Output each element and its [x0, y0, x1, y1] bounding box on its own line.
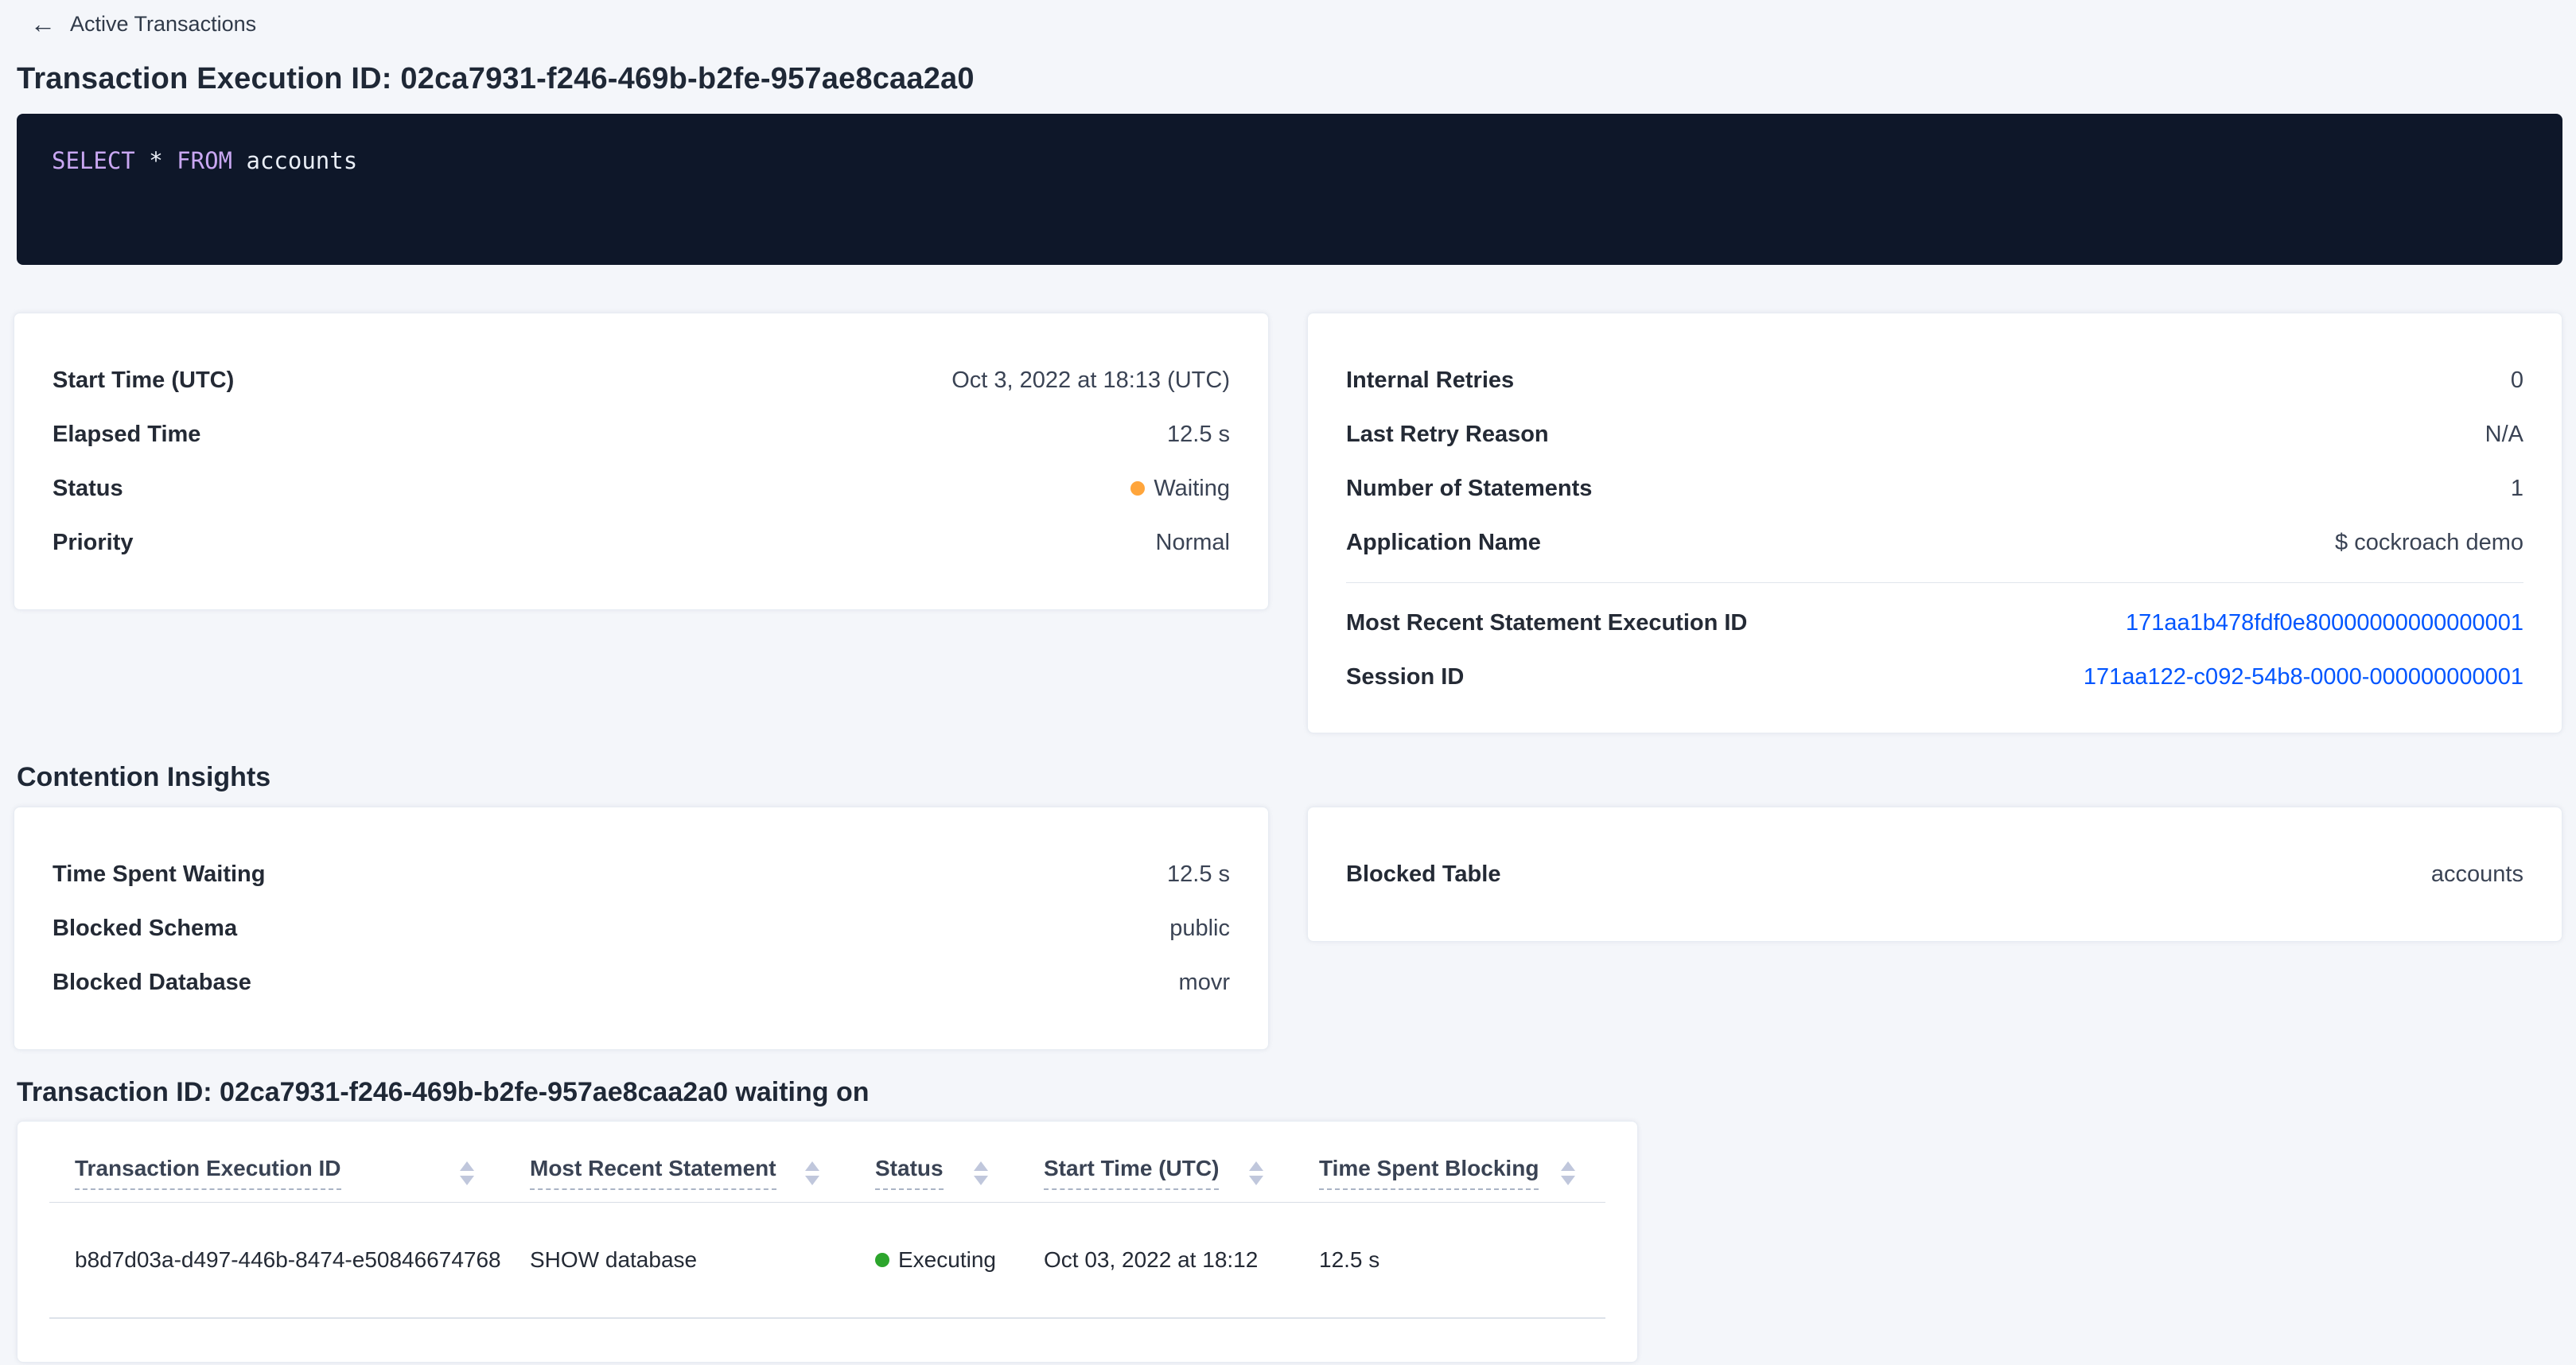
cell-most-recent-statement: SHOW database — [504, 1247, 850, 1273]
number-of-statements-value: 1 — [2511, 476, 2523, 502]
blocked-table-row: Blocked Table accounts — [1346, 847, 2523, 901]
table-row: b8d7d03a-d497-446b-8474-e50846674768 SHO… — [49, 1203, 1605, 1319]
internal-retries-value: 0 — [2511, 368, 2523, 394]
contention-insights-heading: Contention Insights — [17, 762, 2576, 793]
last-retry-reason-value: N/A — [2485, 422, 2523, 448]
internal-retries-row: Internal Retries 0 — [1346, 353, 2523, 407]
waiting-on-table-header: Transaction Execution ID Most Recent Sta… — [49, 1144, 1605, 1203]
card-divider — [1346, 582, 2523, 583]
sql-statement-box: SELECT * FROM accounts — [17, 114, 2562, 265]
sql-keyword-select: SELECT — [52, 147, 135, 174]
number-of-statements-row: Number of Statements 1 — [1346, 461, 2523, 515]
status-badge: Waiting — [1130, 476, 1230, 502]
time-spent-waiting-value: 12.5 s — [1167, 861, 1230, 888]
sort-arrows-icon[interactable] — [974, 1161, 988, 1185]
cell-start-time: Oct 03, 2022 at 18:12 — [1018, 1247, 1294, 1273]
elapsed-time-label: Elapsed Time — [53, 422, 200, 448]
row-status-value: Executing — [898, 1247, 996, 1273]
column-header-transaction-execution-id[interactable]: Transaction Execution ID — [49, 1156, 504, 1190]
page-title: Transaction Execution ID: 02ca7931-f246-… — [17, 62, 2576, 96]
statement-execution-id-link[interactable]: 171aa1b478fdf0e80000000000000001 — [2126, 610, 2523, 636]
overview-cards-row: Start Time (UTC) Oct 3, 2022 at 18:13 (U… — [14, 313, 2562, 733]
column-header-start-time[interactable]: Start Time (UTC) — [1018, 1156, 1294, 1190]
blocked-schema-label: Blocked Schema — [53, 916, 237, 942]
start-time-value: Oct 3, 2022 at 18:13 (UTC) — [951, 368, 1230, 394]
blocked-table-label: Blocked Table — [1346, 861, 1500, 888]
sql-star-operator: * — [149, 147, 162, 174]
application-name-label: Application Name — [1346, 530, 1541, 556]
session-id-row: Session ID 171aa122-c092-54b8-0000-00000… — [1346, 650, 2523, 704]
priority-value: Normal — [1156, 530, 1230, 556]
blocked-schema-value: public — [1169, 916, 1230, 942]
sort-arrows-icon[interactable] — [1561, 1161, 1575, 1185]
blocked-schema-row: Blocked Schema public — [53, 901, 1230, 955]
elapsed-time-row: Elapsed Time 12.5 s — [53, 407, 1230, 461]
cell-time-spent-blocking: 12.5 s — [1294, 1247, 1605, 1273]
status-row: Status Waiting — [53, 461, 1230, 515]
priority-row: Priority Normal — [53, 515, 1230, 570]
column-header-most-recent-statement[interactable]: Most Recent Statement — [504, 1156, 850, 1190]
transaction-summary-card: Start Time (UTC) Oct 3, 2022 at 18:13 (U… — [14, 313, 1269, 610]
start-time-label: Start Time (UTC) — [53, 368, 234, 394]
cell-status: Executing — [850, 1247, 1018, 1273]
last-retry-reason-row: Last Retry Reason N/A — [1346, 407, 2523, 461]
blocked-database-row: Blocked Database movr — [53, 955, 1230, 1009]
session-id-link[interactable]: 171aa122-c092-54b8-0000-000000000001 — [2084, 664, 2523, 690]
priority-label: Priority — [53, 530, 134, 556]
column-header-time-spent-blocking[interactable]: Time Spent Blocking — [1294, 1156, 1605, 1190]
waiting-on-table-card: Transaction Execution ID Most Recent Sta… — [17, 1121, 1638, 1363]
time-spent-waiting-label: Time Spent Waiting — [53, 861, 265, 888]
last-retry-reason-label: Last Retry Reason — [1346, 422, 1549, 448]
blocked-database-value: movr — [1179, 970, 1230, 996]
breadcrumb-back-active-transactions[interactable]: ← Active Transactions — [30, 0, 256, 37]
back-arrow-icon[interactable]: ← — [30, 11, 56, 37]
executing-status-dot-icon — [875, 1253, 889, 1267]
contention-blocked-table-card: Blocked Table accounts — [1307, 807, 2562, 942]
time-spent-waiting-row: Time Spent Waiting 12.5 s — [53, 847, 1230, 901]
blocked-table-value: accounts — [2431, 861, 2523, 888]
start-time-row: Start Time (UTC) Oct 3, 2022 at 18:13 (U… — [53, 353, 1230, 407]
number-of-statements-label: Number of Statements — [1346, 476, 1592, 502]
waiting-status-dot-icon — [1130, 481, 1145, 496]
blocked-database-label: Blocked Database — [53, 970, 251, 996]
application-name-row: Application Name $ cockroach demo — [1346, 515, 2523, 570]
internal-retries-label: Internal Retries — [1346, 368, 1514, 394]
cell-transaction-execution-id: b8d7d03a-d497-446b-8474-e50846674768 — [49, 1247, 504, 1273]
sort-arrows-icon[interactable] — [460, 1161, 474, 1185]
sql-table-name: accounts — [246, 147, 357, 174]
sort-arrows-icon[interactable] — [1249, 1161, 1263, 1185]
execution-attributes-card: Internal Retries 0 Last Retry Reason N/A… — [1307, 313, 2562, 733]
waiting-on-heading: Transaction ID: 02ca7931-f246-469b-b2fe-… — [17, 1077, 2576, 1108]
contention-cards-row: Time Spent Waiting 12.5 s Blocked Schema… — [14, 807, 2562, 1050]
status-label: Status — [53, 476, 123, 502]
sort-arrows-icon[interactable] — [805, 1161, 819, 1185]
sql-keyword-from: FROM — [177, 147, 232, 174]
statement-execution-id-label: Most Recent Statement Execution ID — [1346, 610, 1747, 636]
column-header-status[interactable]: Status — [850, 1156, 1018, 1190]
session-id-label: Session ID — [1346, 664, 1464, 690]
breadcrumb-label[interactable]: Active Transactions — [70, 12, 256, 37]
application-name-value: $ cockroach demo — [2335, 530, 2523, 556]
contention-waiting-card: Time Spent Waiting 12.5 s Blocked Schema… — [14, 807, 1269, 1050]
elapsed-time-value: 12.5 s — [1167, 422, 1230, 448]
statement-execution-id-row: Most Recent Statement Execution ID 171aa… — [1346, 596, 2523, 650]
status-value: Waiting — [1154, 476, 1230, 502]
